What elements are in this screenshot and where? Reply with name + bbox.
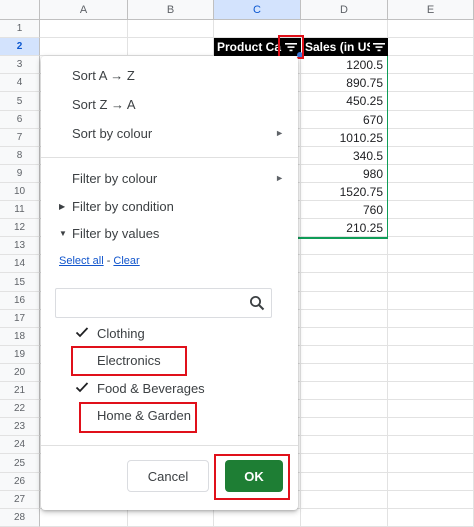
row-header-25[interactable]: 25	[0, 454, 40, 473]
sales-cell[interactable]: 1010.25	[301, 131, 387, 145]
value-label-clothing: Clothing	[97, 325, 145, 341]
menu-sort-by-colour-label: Sort by colour	[72, 125, 153, 141]
row-header-14[interactable]: 14	[0, 255, 40, 273]
row-header-20[interactable]: 20	[0, 364, 40, 382]
header-label-product-category: Product Ca	[217, 40, 282, 54]
filter-button-sales[interactable]	[370, 38, 387, 56]
row-header-21[interactable]: 21	[0, 382, 40, 400]
row-header-3[interactable]: 3	[0, 56, 40, 74]
value-label-electronics: Electronics	[97, 352, 161, 368]
menu-filter-by-colour[interactable]: Filter by colour ►	[41, 164, 298, 192]
ok-button[interactable]: OK	[225, 460, 283, 492]
menu-sort-a-z-label: Sort A → Z	[72, 67, 135, 83]
row-header-1[interactable]: 1	[0, 20, 40, 38]
value-option-home-garden[interactable]: Home & Garden	[41, 404, 298, 426]
menu-divider	[41, 445, 298, 446]
row-header-8[interactable]: 8	[0, 147, 40, 165]
sales-cell[interactable]: 670	[301, 113, 387, 127]
column-header-c[interactable]: C	[214, 0, 301, 20]
row-header-9[interactable]: 9	[0, 165, 40, 183]
cancel-button[interactable]: Cancel	[127, 460, 209, 492]
menu-filter-by-values-label: Filter by values	[72, 225, 160, 241]
submenu-arrow-icon: ►	[275, 128, 284, 138]
clear-link[interactable]: Clear	[113, 255, 139, 267]
row-header-16[interactable]: 16	[0, 292, 40, 310]
values-search-input[interactable]	[55, 288, 272, 318]
header-label-sales: Sales (in US	[305, 40, 375, 54]
select-all-link[interactable]: Select all	[59, 255, 104, 267]
sales-cell[interactable]: 760	[301, 203, 387, 217]
row-header-10[interactable]: 10	[0, 183, 40, 201]
menu-filter-by-condition[interactable]: ▶ Filter by condition	[41, 192, 298, 220]
column-header-b[interactable]: B	[128, 0, 214, 20]
row-header-7[interactable]: 7	[0, 129, 40, 147]
row-header-22[interactable]: 22	[0, 400, 40, 418]
value-label-home-garden: Home & Garden	[97, 407, 191, 423]
value-option-food-beverages[interactable]: Food & Beverages	[41, 377, 298, 399]
row-header-12[interactable]: 12	[0, 219, 40, 237]
collapse-triangle-icon: ▼	[59, 228, 67, 238]
row-header-13[interactable]: 13	[0, 237, 40, 255]
row-header-23[interactable]: 23	[0, 418, 40, 436]
row-header-24[interactable]: 24	[0, 436, 40, 454]
menu-sort-by-colour[interactable]: Sort by colour ►	[41, 119, 298, 147]
select-all-corner[interactable]	[0, 0, 40, 20]
row-header-27[interactable]: 27	[0, 491, 40, 509]
links-separator: -	[103, 255, 114, 267]
checkmark-icon	[75, 382, 89, 393]
menu-filter-by-values[interactable]: ▼ Filter by values	[41, 219, 298, 247]
sales-cell[interactable]: 1200.5	[301, 58, 387, 72]
column-header-d[interactable]: D	[301, 0, 388, 20]
sales-cell[interactable]: 1520.75	[301, 185, 387, 199]
row-header-4[interactable]: 4	[0, 74, 40, 92]
menu-filter-by-colour-label: Filter by colour	[72, 170, 158, 186]
row-header-6[interactable]: 6	[0, 111, 40, 129]
menu-sort-z-a[interactable]: Sort Z → A	[41, 90, 298, 118]
value-label-food-beverages: Food & Beverages	[97, 380, 205, 396]
row-header-11[interactable]: 11	[0, 201, 40, 219]
row-header-2[interactable]: 2	[0, 38, 40, 56]
menu-sort-a-z[interactable]: Sort A → Z	[41, 61, 298, 89]
row-header-15[interactable]: 15	[0, 273, 40, 292]
row-header-28[interactable]: 28	[0, 509, 40, 527]
value-option-electronics[interactable]: Electronics	[41, 349, 298, 371]
row-header-5[interactable]: 5	[0, 92, 40, 111]
row-header-18[interactable]: 18	[0, 328, 40, 346]
filter-range-border-bottom	[296, 237, 388, 239]
column-header-e[interactable]: E	[388, 0, 474, 20]
sales-cell[interactable]: 890.75	[301, 76, 387, 90]
filter-icon	[285, 43, 297, 52]
row-header-17[interactable]: 17	[0, 310, 40, 328]
sales-cell[interactable]: 980	[301, 167, 387, 181]
sales-cell[interactable]: 340.5	[301, 149, 387, 163]
expand-triangle-icon: ▶	[59, 201, 66, 211]
row-header-19[interactable]: 19	[0, 346, 40, 364]
sales-cell[interactable]: 450.25	[301, 94, 387, 108]
filter-dropdown-menu: Sort A → Z Sort Z → A Sort by colour ► F…	[41, 56, 298, 510]
checkmark-icon	[75, 327, 89, 338]
column-header-a[interactable]: A	[40, 0, 128, 20]
menu-filter-by-condition-label: Filter by condition	[72, 198, 174, 214]
menu-sort-z-a-label: Sort Z → A	[72, 96, 136, 112]
select-links: Select all - Clear	[59, 255, 140, 267]
search-icon	[250, 296, 265, 311]
filter-icon	[372, 43, 385, 52]
menu-divider	[41, 157, 298, 158]
filter-range-border-right	[387, 56, 388, 238]
value-option-clothing[interactable]: Clothing	[41, 322, 298, 344]
submenu-arrow-icon: ►	[275, 173, 284, 183]
sales-cell[interactable]: 210.25	[301, 221, 387, 235]
row-header-26[interactable]: 26	[0, 473, 40, 491]
